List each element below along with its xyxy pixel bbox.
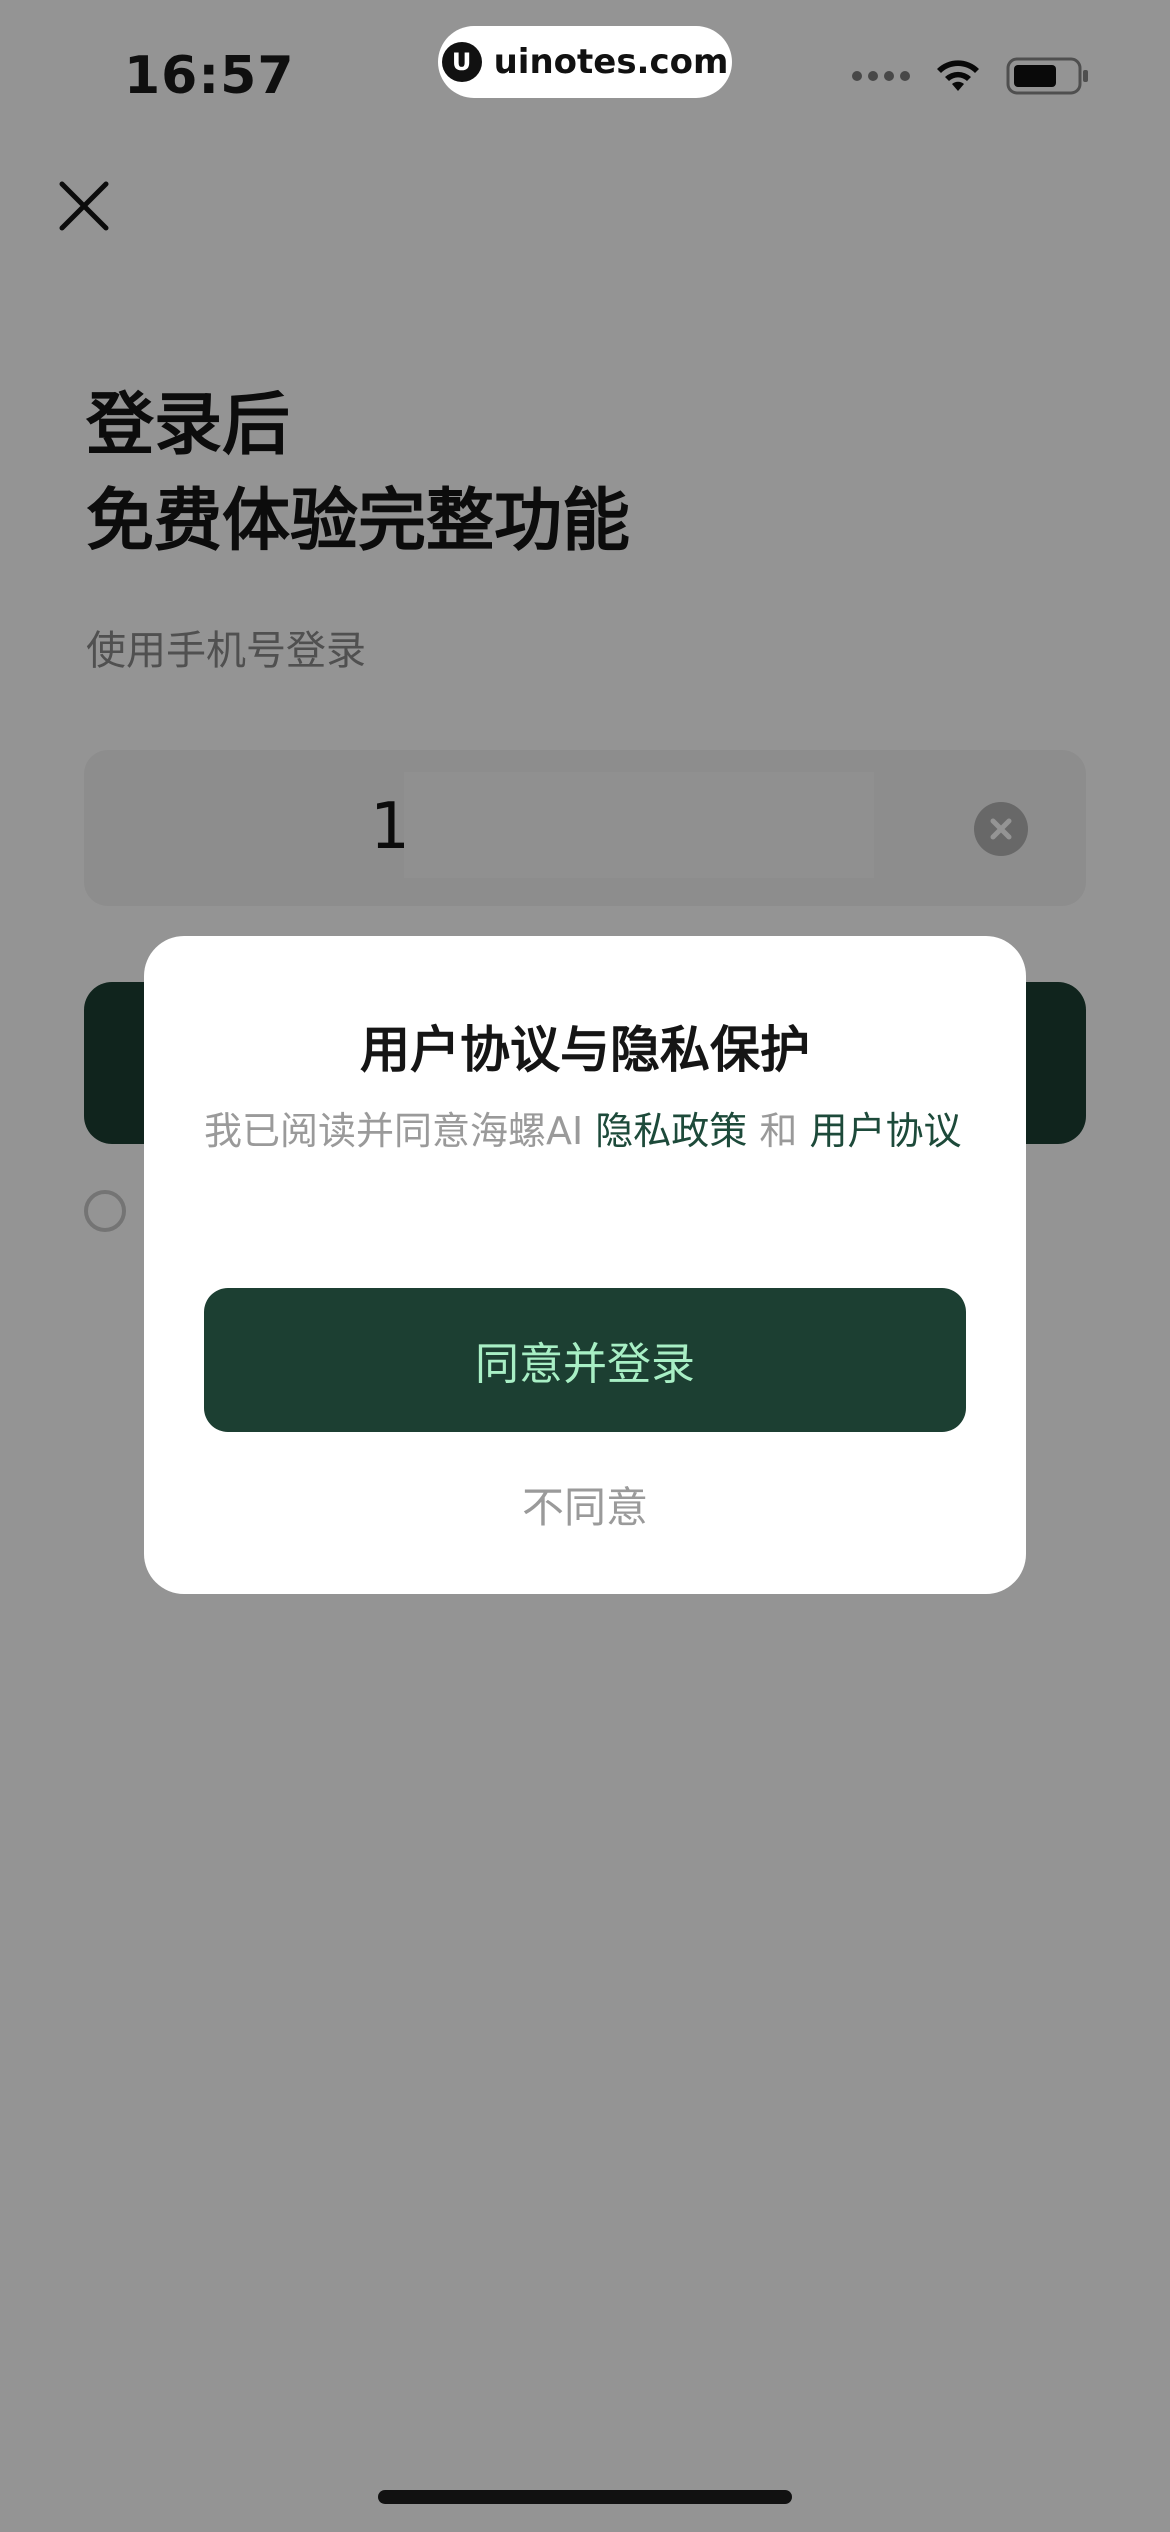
home-indicator (378, 2490, 792, 2504)
disagree-button[interactable]: 不同意 (144, 1474, 1026, 1535)
dialog-body-conjunction: 和 (747, 1109, 810, 1153)
url-pill: U uinotes.com (438, 26, 732, 98)
site-logo-icon: U (441, 42, 482, 82)
dialog-body: 我已阅读并同意海螺AI 隐私政策 和 用户协议 (204, 1104, 964, 1158)
user-agreement-link[interactable]: 用户协议 (809, 1109, 961, 1153)
agree-and-login-button[interactable]: 同意并登录 (204, 1288, 966, 1432)
url-text: uinotes.com (493, 42, 729, 82)
privacy-agreement-dialog: 用户协议与隐私保护 我已阅读并同意海螺AI 隐私政策 和 用户协议 同意并登录 … (144, 936, 1026, 1594)
dialog-body-prefix: 我已阅读并同意海螺AI (204, 1109, 596, 1153)
privacy-policy-link[interactable]: 隐私政策 (595, 1109, 747, 1153)
dialog-title: 用户协议与隐私保护 (360, 1021, 810, 1079)
